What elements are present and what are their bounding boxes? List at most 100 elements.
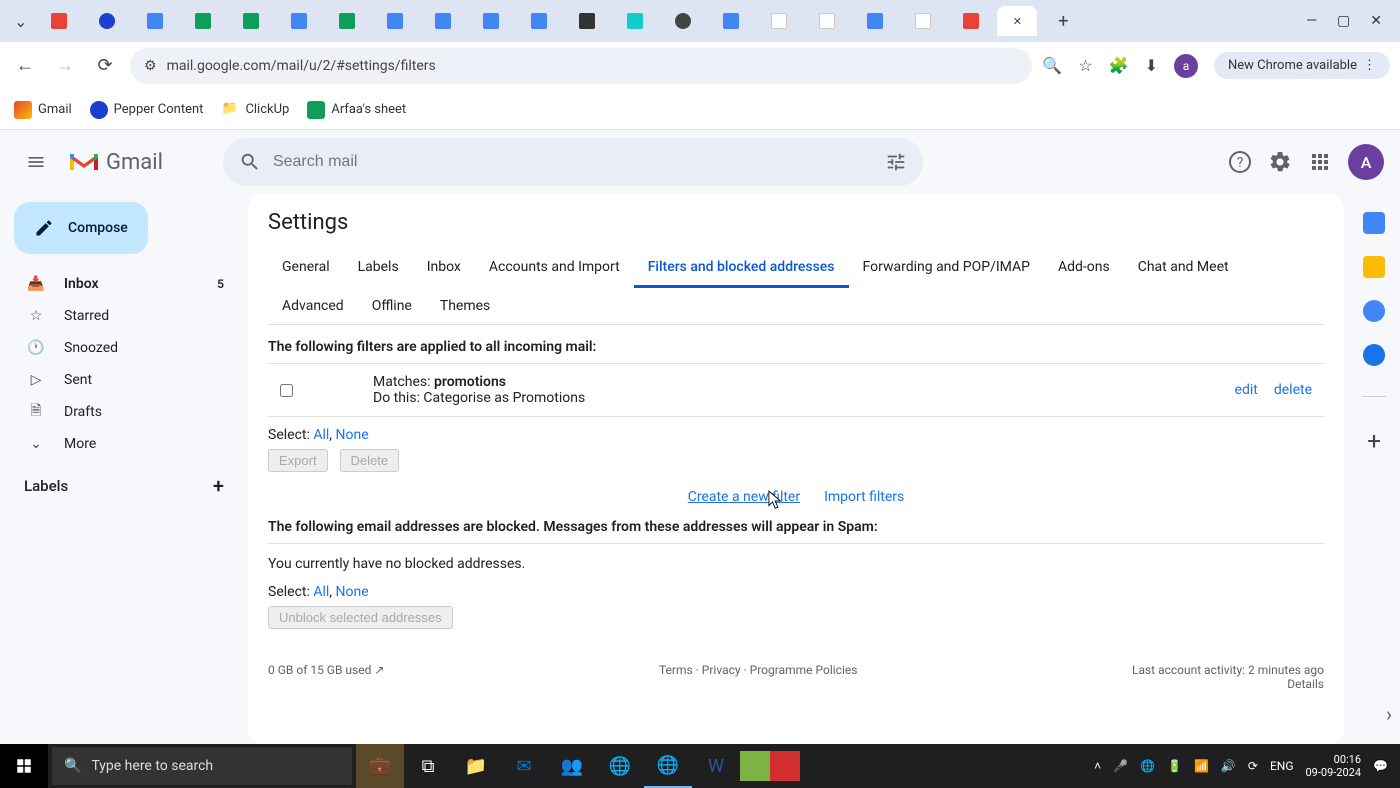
sidebar-item-sent[interactable]: ▷Sent: [8, 364, 240, 396]
reload-button[interactable]: ⟳: [90, 55, 120, 76]
tab-chat[interactable]: Chat and Meet: [1124, 249, 1243, 288]
tray-datetime[interactable]: 00:16 09-09-2024: [1306, 753, 1362, 779]
tab-labels[interactable]: Labels: [344, 249, 413, 288]
tb-explorer[interactable]: 📁: [452, 744, 500, 788]
select-none-blocked[interactable]: None: [336, 584, 369, 600]
open-storage-icon[interactable]: ↗: [374, 663, 384, 677]
main-menu-button[interactable]: [16, 142, 56, 182]
account-avatar[interactable]: A: [1348, 144, 1384, 180]
zoom-icon[interactable]: 🔍: [1042, 56, 1062, 75]
maximize-button[interactable]: ▢: [1337, 13, 1350, 29]
tab-active[interactable]: ✕: [997, 6, 1037, 36]
details-link[interactable]: Details: [1287, 677, 1324, 691]
search-mail-box[interactable]: [223, 138, 923, 186]
bookmark-sheet[interactable]: Arfaa's sheet: [307, 101, 406, 119]
calendar-app-icon[interactable]: [1363, 212, 1385, 234]
start-button[interactable]: [0, 744, 48, 788]
add-label-button[interactable]: +: [213, 474, 224, 498]
extensions-icon[interactable]: 🧩: [1109, 56, 1129, 75]
tab-general[interactable]: General: [268, 249, 344, 288]
search-options-icon[interactable]: [885, 151, 907, 173]
add-app-button[interactable]: +: [1367, 427, 1381, 455]
tab-12[interactable]: [565, 6, 609, 36]
bookmark-pepper[interactable]: Pepper Content: [90, 101, 204, 119]
tray-chevron[interactable]: ˄: [1094, 759, 1101, 773]
bookmark-gmail[interactable]: Gmail: [14, 101, 72, 119]
tray-volume-icon[interactable]: 🔊: [1221, 759, 1236, 773]
tasks-app-icon[interactable]: [1363, 300, 1385, 322]
tab-offline[interactable]: Offline: [358, 288, 426, 324]
new-tab-button[interactable]: +: [1041, 6, 1085, 36]
tray-language[interactable]: ENG: [1270, 759, 1294, 773]
policies-link[interactable]: Programme Policies: [750, 663, 858, 677]
gmail-logo[interactable]: Gmail: [68, 150, 163, 175]
privacy-link[interactable]: Privacy: [702, 663, 741, 677]
sidebar-item-inbox[interactable]: 📥Inbox5: [8, 268, 240, 300]
tab-2[interactable]: [85, 6, 129, 36]
minimize-button[interactable]: —: [1306, 13, 1317, 29]
tab-11[interactable]: [517, 6, 561, 36]
select-none-link[interactable]: None: [336, 427, 369, 443]
tab-6[interactable]: [277, 6, 321, 36]
tab-20[interactable]: [949, 6, 993, 36]
tray-wifi-icon[interactable]: 📶: [1194, 759, 1209, 773]
filter-checkbox[interactable]: [280, 384, 293, 397]
keep-app-icon[interactable]: [1363, 256, 1385, 278]
tab-5[interactable]: [229, 6, 273, 36]
tb-outlook[interactable]: ✉: [500, 744, 548, 788]
collapse-panel-icon[interactable]: ›: [1386, 702, 1392, 726]
tb-teams[interactable]: 👥: [548, 744, 596, 788]
tab-17[interactable]: [805, 6, 849, 36]
tb-app2[interactable]: [770, 751, 800, 781]
bookmark-clickup[interactable]: 📁ClickUp: [221, 101, 289, 119]
tab-19[interactable]: [901, 6, 945, 36]
tab-forwarding[interactable]: Forwarding and POP/IMAP: [849, 249, 1044, 288]
close-window-button[interactable]: ✕: [1370, 13, 1382, 29]
tray-sync-icon[interactable]: ⟳: [1248, 759, 1258, 773]
compose-button[interactable]: Compose: [14, 202, 148, 254]
tab-13[interactable]: [613, 6, 657, 36]
tab-inbox[interactable]: Inbox: [413, 249, 475, 288]
import-filters-link[interactable]: Import filters: [824, 489, 904, 505]
sidebar-item-starred[interactable]: ☆Starred: [8, 300, 240, 332]
tab-8[interactable]: [373, 6, 417, 36]
tb-app1[interactable]: [740, 751, 770, 781]
tray-battery-icon[interactable]: 🔋: [1167, 759, 1182, 773]
search-input[interactable]: [273, 153, 885, 171]
tb-chrome2[interactable]: 🌐: [644, 744, 692, 788]
select-all-link[interactable]: All: [313, 427, 329, 443]
tab-filters[interactable]: Filters and blocked addresses: [634, 249, 849, 288]
tab-gmail[interactable]: [37, 6, 81, 36]
tray-mic-icon[interactable]: 🎤: [1113, 759, 1128, 773]
sidebar-item-snoozed[interactable]: 🕐Snoozed: [8, 332, 240, 364]
forward-button[interactable]: →: [50, 55, 80, 76]
delete-filter-link[interactable]: delete: [1274, 382, 1312, 398]
chrome-update-button[interactable]: New Chrome available⋮: [1214, 52, 1390, 79]
contacts-app-icon[interactable]: [1363, 344, 1385, 366]
tab-advanced[interactable]: Advanced: [268, 288, 358, 324]
tab-14[interactable]: [661, 6, 705, 36]
sidebar-item-drafts[interactable]: 🗎Drafts: [8, 396, 240, 428]
tb-briefcase[interactable]: 💼: [356, 744, 404, 788]
back-button[interactable]: ←: [10, 55, 40, 76]
edit-filter-link[interactable]: edit: [1235, 382, 1258, 398]
profile-avatar-small[interactable]: a: [1174, 54, 1198, 78]
tab-3[interactable]: [133, 6, 177, 36]
tab-addons[interactable]: Add-ons: [1044, 249, 1124, 288]
tab-9[interactable]: [421, 6, 465, 36]
tb-chrome1[interactable]: 🌐: [596, 744, 644, 788]
tray-notifications-icon[interactable]: 💬: [1373, 759, 1388, 773]
tab-themes[interactable]: Themes: [426, 288, 504, 324]
apps-grid-icon[interactable]: [1308, 150, 1332, 174]
taskbar-search[interactable]: 🔍 Type here to search: [52, 747, 352, 785]
tab-4[interactable]: [181, 6, 225, 36]
tab-15[interactable]: [709, 6, 753, 36]
tb-taskview[interactable]: ⧉: [404, 744, 452, 788]
sidebar-item-more[interactable]: ⌄More: [8, 428, 240, 460]
tab-16[interactable]: [757, 6, 801, 36]
close-icon[interactable]: ✕: [1013, 15, 1022, 28]
support-icon[interactable]: ?: [1228, 150, 1252, 174]
tab-7[interactable]: [325, 6, 369, 36]
terms-link[interactable]: Terms: [659, 663, 693, 677]
tab-accounts[interactable]: Accounts and Import: [475, 249, 634, 288]
